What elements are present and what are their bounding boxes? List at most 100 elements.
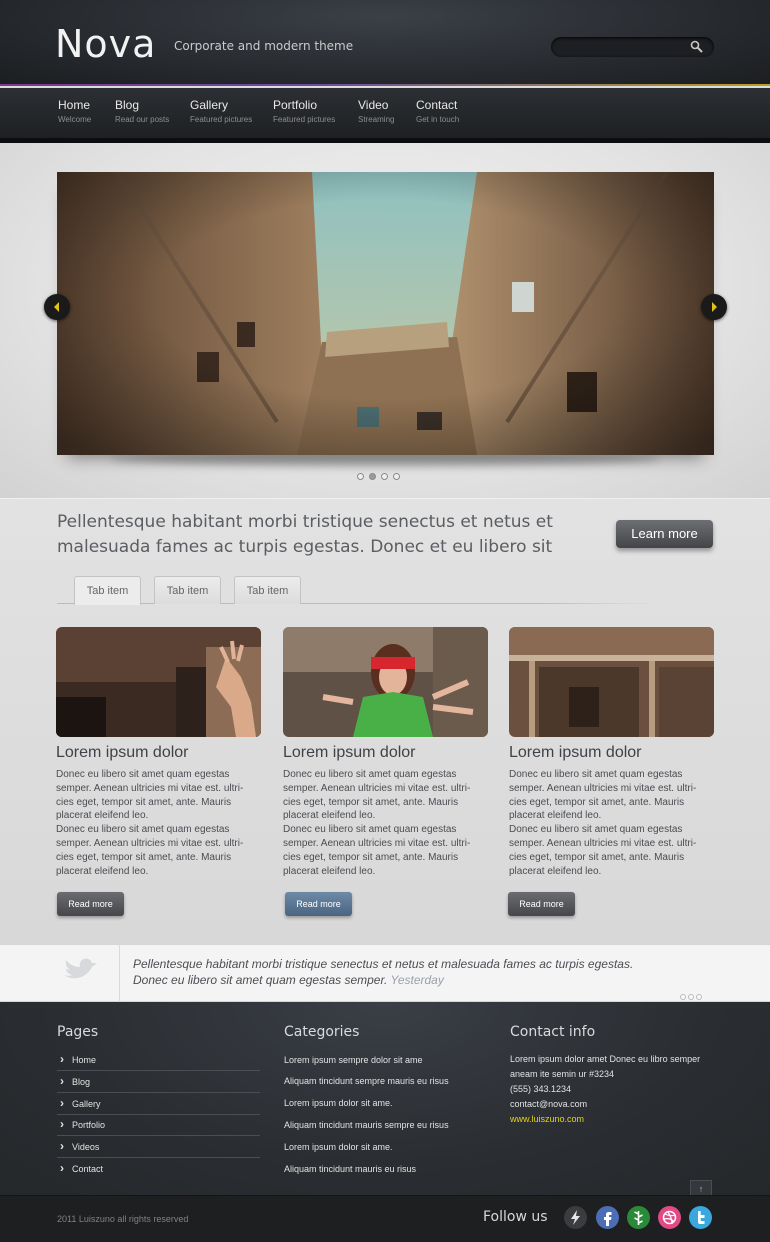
footer-category-link[interactable]: Lorem ipsum dolor sit ame. bbox=[284, 1142, 393, 1152]
nav-sublabel: Get in touch bbox=[416, 115, 460, 124]
lightning-icon bbox=[571, 1210, 580, 1225]
card-paragraph: Donec eu libero sit amet quam egestas se… bbox=[56, 824, 244, 877]
tab-item-3[interactable]: Tab item bbox=[234, 576, 301, 604]
footer-contact-heading: Contact info bbox=[510, 1024, 596, 1040]
nav-sublabel: Featured pictures bbox=[273, 115, 336, 124]
nav-item-blog[interactable]: Blog Read our posts bbox=[115, 98, 169, 124]
dribbble-icon bbox=[662, 1210, 677, 1225]
read-more-button[interactable]: Read more bbox=[285, 892, 352, 916]
card-image[interactable] bbox=[283, 627, 488, 737]
card-paragraph: Donec eu libero sit amet quam egestas se… bbox=[56, 769, 244, 822]
card-paragraph: Donec eu libero sit amet quam egestas se… bbox=[509, 769, 697, 822]
footer-link-portfolio[interactable]: Portfolio bbox=[57, 1113, 260, 1136]
slide-photo bbox=[57, 172, 714, 455]
footer-link-blog[interactable]: Blog bbox=[57, 1070, 260, 1093]
chevron-right-icon bbox=[712, 302, 717, 312]
copyright: 2011 Luiszuno all rights reserved bbox=[57, 1214, 189, 1224]
logo[interactable]: Nova bbox=[55, 22, 156, 66]
nav-label: Contact bbox=[416, 98, 458, 112]
tweet-time[interactable]: Yesterday bbox=[390, 973, 443, 987]
nav-sublabel: Welcome bbox=[58, 115, 92, 124]
slider-next-button[interactable] bbox=[701, 294, 727, 320]
arrow-up-icon: ↑ bbox=[698, 1184, 704, 1194]
follow-us-label: Follow us bbox=[483, 1209, 548, 1225]
footer-categories-heading: Categories bbox=[284, 1024, 360, 1040]
tweet-body: Pellentesque habitant morbi tristique se… bbox=[133, 957, 634, 987]
contact-email[interactable]: contact@nova.com bbox=[510, 1097, 587, 1112]
card-title: Lorem ipsum dolor bbox=[509, 744, 642, 761]
nav-sublabel: Read our posts bbox=[115, 115, 170, 124]
card-title: Lorem ipsum dolor bbox=[283, 744, 416, 761]
slider-prev-button[interactable] bbox=[44, 294, 70, 320]
social-lightning-icon[interactable] bbox=[564, 1206, 587, 1229]
nav-item-contact[interactable]: Contact Get in touch bbox=[416, 98, 459, 124]
nav-label: Video bbox=[358, 98, 389, 112]
twitter-icon bbox=[698, 1211, 705, 1224]
footer-category-link[interactable]: Aliquam tincidunt sempre mauris eu risus bbox=[284, 1076, 449, 1086]
tabs-divider bbox=[57, 603, 657, 604]
slider-dot[interactable] bbox=[357, 473, 364, 480]
footer-link-videos[interactable]: Videos bbox=[57, 1135, 260, 1158]
read-more-button[interactable]: Read more bbox=[508, 892, 575, 916]
slider-dot[interactable] bbox=[381, 473, 388, 480]
tweet-dot[interactable] bbox=[688, 994, 694, 1000]
card-photo bbox=[56, 627, 261, 737]
leaf-icon bbox=[634, 1211, 643, 1225]
card-title: Lorem ipsum dolor bbox=[56, 744, 189, 761]
card-paragraph: Donec eu libero sit amet quam egestas se… bbox=[283, 769, 471, 822]
card-photo bbox=[509, 627, 714, 737]
nav-item-video[interactable]: Video Streaming bbox=[358, 98, 394, 124]
tagline: Corporate and modern theme bbox=[174, 39, 354, 53]
nav-item-portfolio[interactable]: Portfolio Featured pictures bbox=[273, 98, 335, 124]
footer-link-home[interactable]: Home bbox=[57, 1048, 260, 1071]
card-paragraph: Donec eu libero sit amet quam egestas se… bbox=[509, 824, 697, 877]
tweet-text: Pellentesque habitant morbi tristique se… bbox=[133, 956, 663, 988]
card-image[interactable] bbox=[509, 627, 714, 737]
slider-dot-active[interactable] bbox=[369, 473, 376, 480]
learn-more-button[interactable]: Learn more bbox=[616, 520, 713, 548]
twitter-bird-icon bbox=[64, 958, 97, 979]
tweet-dot[interactable] bbox=[696, 994, 702, 1000]
tab-item-2[interactable]: Tab item bbox=[154, 576, 221, 604]
nav-item-home[interactable]: Home Welcome bbox=[58, 98, 91, 124]
tab-item-1[interactable]: Tab item bbox=[74, 576, 141, 605]
tweet-dot[interactable] bbox=[680, 994, 686, 1000]
card-photo bbox=[283, 627, 488, 737]
footer-category-link[interactable]: Lorem ipsum sempre dolor sit ame bbox=[284, 1055, 423, 1065]
social-twitter-icon[interactable] bbox=[689, 1206, 712, 1229]
footer-category-link[interactable]: Lorem ipsum dolor sit ame. bbox=[284, 1098, 393, 1108]
card-paragraph: Donec eu libero sit amet quam egestas se… bbox=[283, 824, 471, 877]
footer-category-link[interactable]: Aliquam tincidunt mauris sempre eu risus bbox=[284, 1120, 449, 1130]
card-body: Donec eu libero sit amet quam egestas se… bbox=[283, 768, 483, 878]
search-icon[interactable] bbox=[690, 40, 704, 54]
site-header: Nova Corporate and modern theme bbox=[0, 0, 770, 86]
intro-text: Pellentesque habitant morbi tristique se… bbox=[57, 512, 553, 557]
back-to-top-button[interactable]: ↑ bbox=[690, 1180, 712, 1196]
card-body: Donec eu libero sit amet quam egestas se… bbox=[56, 768, 256, 878]
facebook-icon bbox=[604, 1212, 612, 1226]
contact-address: Lorem ipsum dolor amet Donec eu libro se… bbox=[510, 1054, 701, 1079]
read-more-button[interactable]: Read more bbox=[57, 892, 124, 916]
card-image[interactable] bbox=[56, 627, 261, 737]
slider-dot[interactable] bbox=[393, 473, 400, 480]
nav-label: Portfolio bbox=[273, 98, 318, 112]
contact-website-link[interactable]: www.luiszuno.com bbox=[510, 1112, 584, 1127]
nav-sublabel: Streaming bbox=[358, 115, 395, 124]
social-facebook-icon[interactable] bbox=[596, 1206, 619, 1229]
twitter-divider bbox=[119, 944, 120, 1002]
contact-phone: (555) 343.1234 bbox=[510, 1084, 572, 1094]
nav-label: Blog bbox=[115, 98, 140, 112]
card-body: Donec eu libero sit amet quam egestas se… bbox=[509, 768, 709, 878]
chevron-left-icon bbox=[54, 302, 59, 312]
nav-label: Gallery bbox=[190, 98, 229, 112]
footer-pages-heading: Pages bbox=[57, 1024, 99, 1040]
footer-category-link[interactable]: Aliquam tincidunt mauris eu risus bbox=[284, 1164, 416, 1174]
footer-link-gallery[interactable]: Gallery bbox=[57, 1092, 260, 1115]
social-dribbble-icon[interactable] bbox=[658, 1206, 681, 1229]
nav-label: Home bbox=[58, 98, 91, 112]
slider-image[interactable] bbox=[57, 172, 714, 455]
nav-item-gallery[interactable]: Gallery Featured pictures bbox=[190, 98, 252, 124]
footer-link-contact[interactable]: Contact bbox=[57, 1157, 260, 1180]
social-evernote-icon[interactable] bbox=[627, 1206, 650, 1229]
nav-sublabel: Featured pictures bbox=[190, 115, 253, 124]
